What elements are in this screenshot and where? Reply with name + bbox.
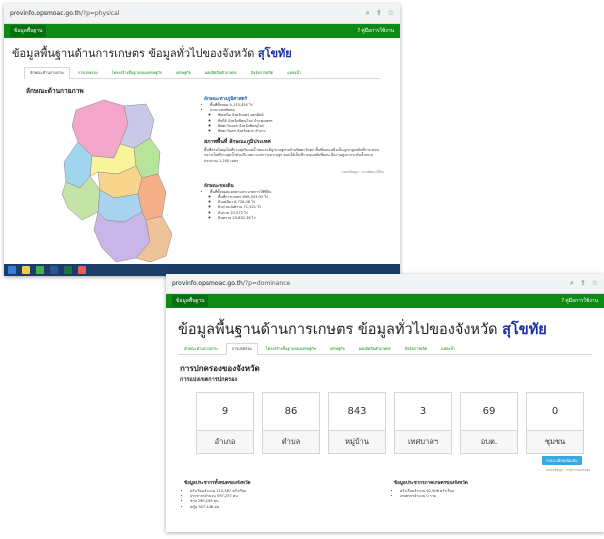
zoom-icon[interactable]: ⌕	[570, 279, 574, 288]
soil-item: ดินทราย 23,832.36 ไร่	[218, 216, 384, 221]
help-label: คู่มือการใช้งาน	[565, 298, 598, 304]
help-link[interactable]: ?คู่มือการใช้งาน	[561, 297, 598, 305]
update-note: แหล่งข้อมูล : กรมการปกครอง	[546, 468, 590, 472]
terrain-heading: สภาพพื้นที่ ลักษณะภูมิประเทศ	[204, 139, 271, 146]
excel-icon[interactable]	[64, 266, 72, 274]
soil-heading: ลักษณะของดิน	[204, 183, 234, 189]
stat-label: อบต.	[461, 431, 517, 453]
stat-value: 843	[329, 393, 385, 431]
nav-brand[interactable]: ข้อมูลพื้นฐาน	[172, 295, 209, 307]
site-nav: ข้อมูลพื้นฐาน ?คู่มือการใช้งาน	[166, 294, 604, 308]
tab-products[interactable]: ผลผลิตสินค้าเกษตร	[353, 343, 397, 354]
help-link[interactable]: ?คู่มือการใช้งาน	[357, 27, 394, 35]
terrain-source: แหล่งข้อมูล : กรมพัฒนาที่ดิน	[341, 169, 384, 174]
stat-value: 9	[197, 393, 253, 431]
title-prefix: ข้อมูลพื้นฐานด้านการเกษตร ข้อมูลทั่วไปขอ…	[12, 47, 255, 60]
population-heading: ข้อมูลประชากรทั้งหมดของจังหวัด	[184, 481, 251, 486]
bookmark-icon[interactable]: ☆	[388, 9, 394, 18]
geo-info: ลักษณะทางภูมิศาสตร์ พื้นที่ทั้งหมด 4,133…	[204, 96, 384, 221]
address-bar[interactable]: provinfo.opsmoac.go.th/?p=dominance ⌕ ⇪ ☆	[166, 274, 604, 294]
page-title: ข้อมูลพื้นฐานด้านการเกษตร ข้อมูลทั่วไปขอ…	[178, 318, 547, 341]
population-item: หญิง 307,148 คน	[190, 505, 364, 510]
geo-item: ทิศตะวันตก จังหวัดตาก ลำปาง	[218, 129, 384, 134]
population-list: ครัวเรือนจำนวน 215,587 ครัวเรือน ประชากร…	[184, 489, 364, 510]
tab-government[interactable]: การปกครอง	[225, 343, 258, 355]
site-nav: ข้อมูลพื้นฐาน ?คู่มือการใช้งาน	[4, 24, 400, 38]
stat-communities: 0 ชุมชน	[526, 392, 584, 454]
terrain-text: พื้นที่ส่วนใหญ่เป็นที่ราบลุ่มริมแม่น้ำยม…	[204, 148, 379, 163]
stat-label: เทศบาลฯ	[395, 431, 451, 453]
tab-infrastructure[interactable]: โครงสร้างพื้นฐานของเศรษฐกิจ	[260, 343, 322, 354]
tab-inputs[interactable]: ปัจจัยการผลิต	[245, 67, 280, 78]
stat-value: 86	[263, 393, 319, 431]
stat-subdistricts: 86 ตำบล	[262, 392, 320, 454]
share-icon[interactable]: ⇪	[376, 9, 382, 18]
address-bar[interactable]: provinfo.opsmoac.go.th/?p=physical ⌕ ⇪ ☆	[4, 4, 400, 24]
stat-value: 0	[527, 393, 583, 431]
nav-brand[interactable]: ข้อมูลพื้นฐาน	[10, 25, 47, 37]
stat-label: หมู่บ้าน	[329, 431, 385, 453]
word-icon[interactable]	[50, 266, 58, 274]
share-icon[interactable]: ⇪	[580, 279, 586, 288]
tab-bar: ลักษณะด้านกายภาพ การปกครอง โครงสร้างพื้น…	[24, 67, 380, 79]
page-title: ข้อมูลพื้นฐานด้านการเกษตร ข้อมูลทั่วไปขอ…	[12, 44, 292, 62]
browser-window-government: provinfo.opsmoac.go.th/?p=dominance ⌕ ⇪ ☆ …	[166, 274, 604, 532]
paint-icon[interactable]	[78, 266, 86, 274]
tab-economy[interactable]: เศรษฐกิจ	[324, 343, 351, 354]
geo-list: พื้นที่ทั้งหมด 4,133,435 ไร่ อาณาเขตติดต…	[204, 103, 384, 134]
tab-water[interactable]: แหล่งน้ำ	[281, 67, 307, 78]
url-path: /?p=physical	[80, 10, 120, 17]
bookmark-icon[interactable]: ☆	[592, 279, 598, 288]
stat-municipalities: 3 เทศบาลฯ	[394, 392, 452, 454]
population-info: ข้อมูลประชากรทั้งหมดของจังหวัด ครัวเรือน…	[184, 480, 364, 510]
start-icon[interactable]	[8, 266, 16, 274]
stat-sao: 69 อบต.	[460, 392, 518, 454]
browser-window-physical: provinfo.opsmoac.go.th/?p=physical ⌕ ⇪ ☆ ข…	[4, 4, 400, 276]
title-prefix: ข้อมูลพื้นฐานด้านการเกษตร ข้อมูลทั่วไปขอ…	[178, 322, 498, 338]
stat-label: อำเภอ	[197, 431, 253, 453]
title-province: สุโขทัย	[257, 47, 292, 60]
tab-inputs[interactable]: ปัจจัยการผลิต	[399, 343, 434, 354]
chrome-icon[interactable]	[36, 266, 44, 274]
tab-government[interactable]: การปกครอง	[72, 67, 104, 78]
soil-list: พื้นที่ทั้งหมดแยกตามประเภทการใช้ที่ดิน พ…	[204, 190, 384, 221]
stat-value: 3	[395, 393, 451, 431]
stat-label: ชุมชน	[527, 431, 583, 453]
tab-infrastructure[interactable]: โครงสร้างพื้นฐานของเศรษฐกิจ	[106, 67, 168, 78]
tab-products[interactable]: ผลผลิตสินค้าเกษตร	[199, 67, 243, 78]
title-province: สุโขทัย	[502, 321, 547, 338]
tab-economy[interactable]: เศรษฐกิจ	[170, 67, 197, 78]
agri-population-item: เกษตรกรจำนวน 0 ราย	[400, 494, 584, 499]
tab-physical[interactable]: ลักษณะด้านกายภาพ	[24, 67, 70, 79]
subsection-title: การแบ่งเขตการปกครอง	[180, 377, 238, 383]
agri-population-list: ครัวเรือนจำนวน 92,906 ครัวเรือน เกษตรกรจ…	[394, 489, 584, 499]
url-domain: provinfo.opsmoac.go.th	[10, 10, 81, 17]
help-label: คู่มือการใช้งาน	[361, 28, 394, 34]
geo-heading: ลักษณะทางภูมิศาสตร์	[204, 97, 248, 102]
url-domain: provinfo.opsmoac.go.th	[172, 280, 243, 287]
section-title: ลักษณะด้านกายภาพ	[26, 87, 84, 95]
tab-bar: ลักษณะด้านกายภาพ การปกครอง โครงสร้างพื้น…	[178, 343, 592, 355]
zoom-icon[interactable]: ⌕	[366, 9, 370, 18]
section-title: การปกครองของจังหวัด	[180, 364, 260, 373]
agri-population-heading: ข้อมูลประชากรภาคเกษตรของจังหวัด	[394, 481, 468, 486]
province-map	[61, 99, 173, 263]
stat-value: 69	[461, 393, 517, 431]
more-details-button[interactable]: รายละเอียดเพิ่มเติม	[542, 456, 582, 465]
agri-population-info: ข้อมูลประชากรภาคเกษตรของจังหวัด ครัวเรือ…	[394, 480, 584, 499]
stat-label: ตำบล	[263, 431, 319, 453]
url-path: /?p=dominance	[242, 280, 291, 287]
tab-physical[interactable]: ลักษณะด้านกายภาพ	[178, 343, 224, 354]
tab-water[interactable]: แหล่งน้ำ	[435, 343, 461, 354]
stat-villages: 843 หมู่บ้าน	[328, 392, 386, 454]
stat-districts: 9 อำเภอ	[196, 392, 254, 454]
explorer-icon[interactable]	[22, 266, 30, 274]
